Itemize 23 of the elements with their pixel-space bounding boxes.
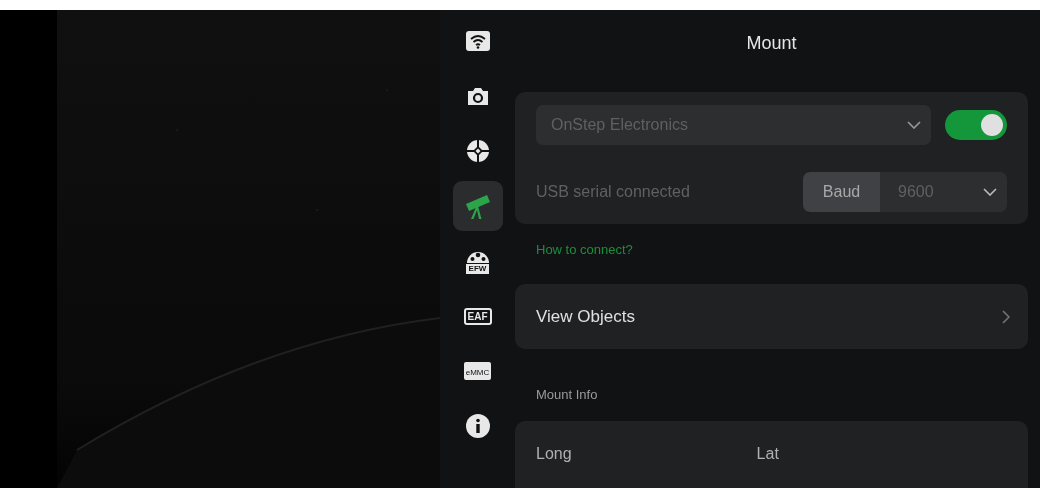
chevron-down-icon: [983, 188, 997, 196]
wifi-icon: [464, 30, 491, 52]
sidebar-item[interactable]: eMMC: [452, 346, 503, 396]
chevron-down-icon: [907, 121, 921, 129]
camera-icon: [465, 86, 490, 106]
sidebar-item[interactable]: [452, 181, 503, 231]
sidebar-item[interactable]: EFW: [452, 236, 503, 286]
baud-label: Baud: [803, 172, 880, 212]
info-label: Lat: [756, 445, 779, 463]
info-label: Long: [536, 445, 572, 463]
help-link[interactable]: How to connect?: [536, 242, 633, 257]
target-icon: [465, 139, 490, 163]
connection-status: USB serial connected: [536, 183, 690, 201]
info-icon: [464, 413, 491, 439]
efw-label: EFW: [465, 263, 490, 274]
chevron-right-icon: [1002, 309, 1010, 324]
toggle-switch[interactable]: [945, 110, 1007, 140]
page-title: Mount: [745, 33, 798, 55]
focuser-label: EAF: [463, 307, 492, 325]
section-heading: Mount Info: [536, 387, 599, 402]
sidebar-item[interactable]: EAF: [452, 291, 503, 341]
view-objects-row[interactable]: View Objects: [515, 284, 1028, 349]
storage-label: eMMC: [463, 362, 492, 380]
